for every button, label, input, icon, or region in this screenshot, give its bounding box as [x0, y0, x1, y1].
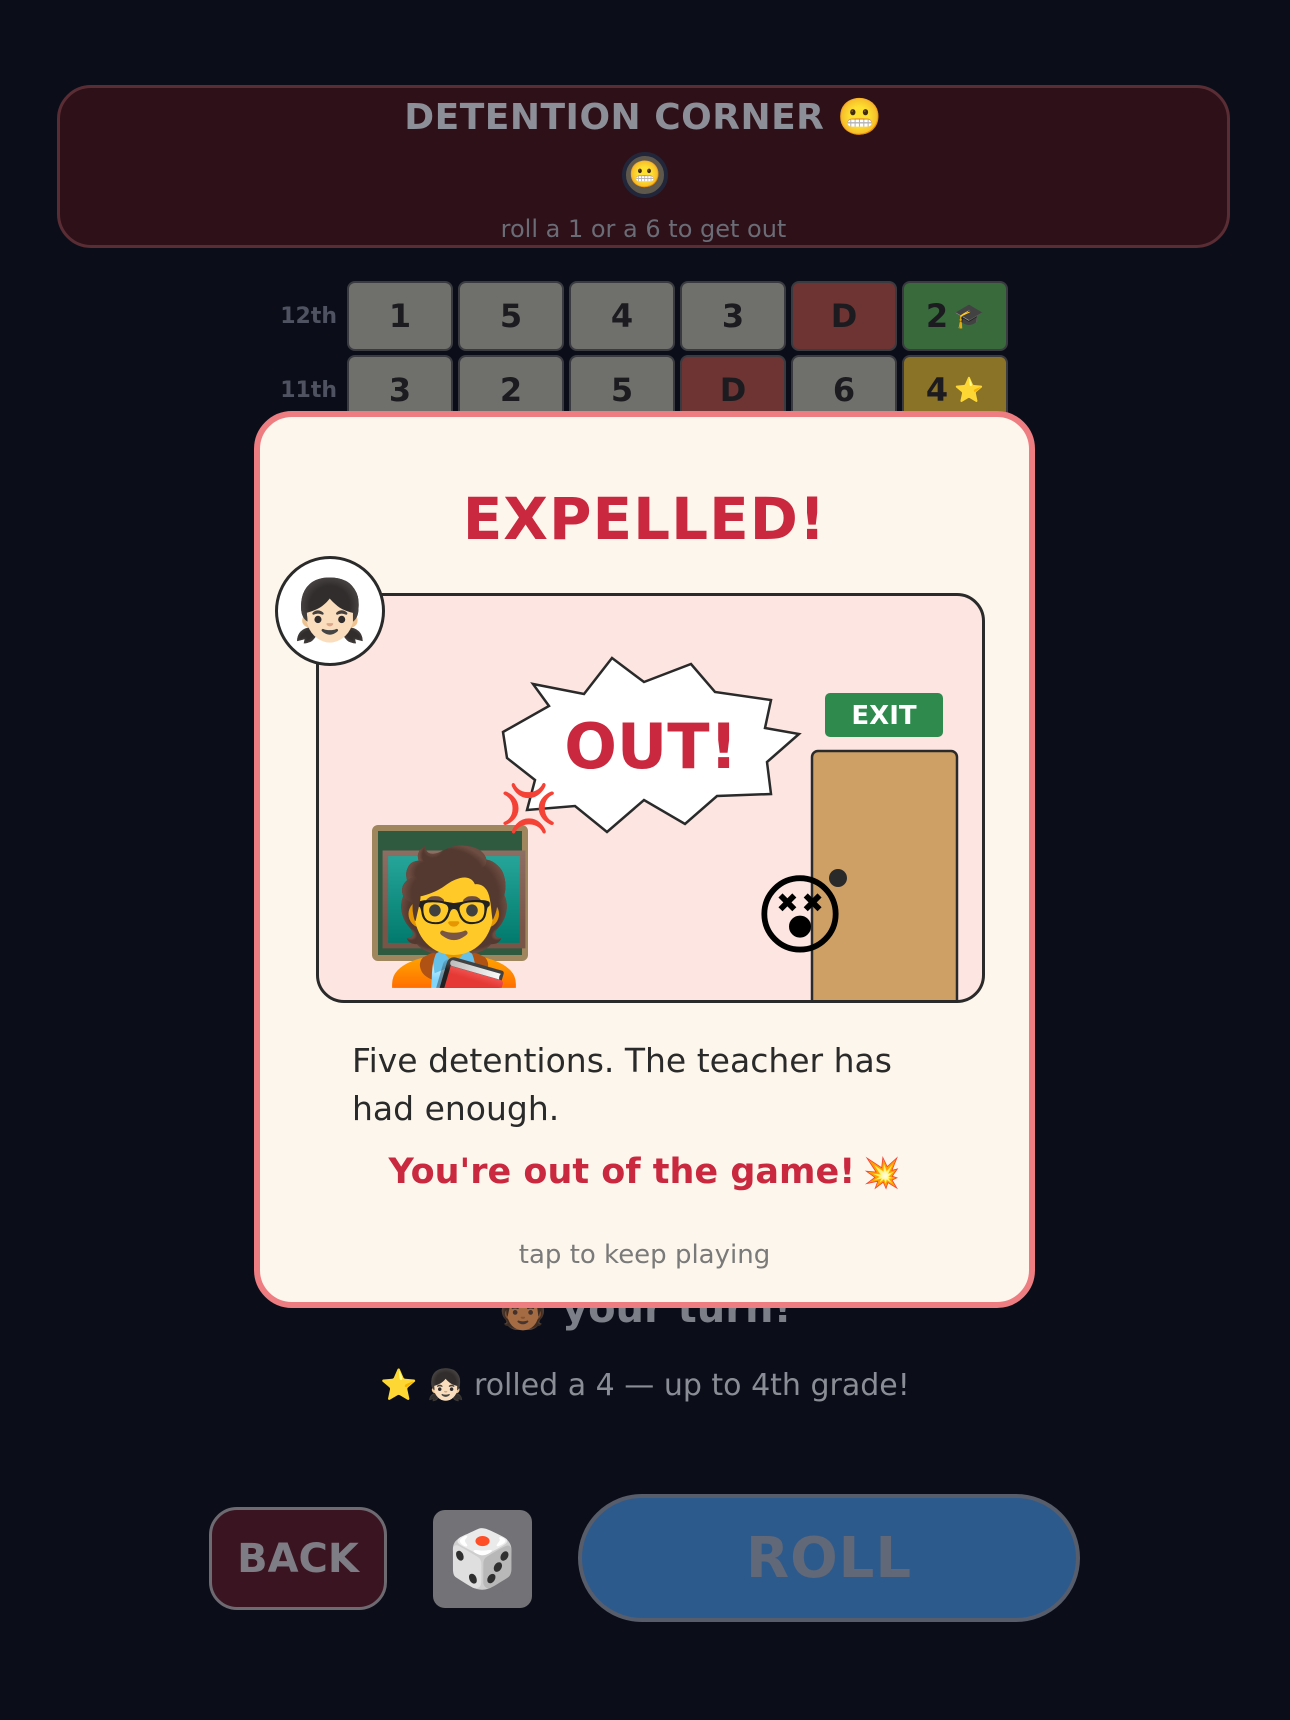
back-button[interactable]: BACK	[209, 1507, 387, 1610]
graduation-cap-icon: 🎓	[954, 302, 985, 330]
dizzy-student-icon: 😵	[754, 864, 846, 967]
roll-button[interactable]: ROLL	[578, 1494, 1080, 1622]
game-screen: DETENTION CORNER 😬 😬 roll a 1 or a 6 to …	[0, 0, 1290, 1720]
cell-value: 3	[388, 371, 412, 409]
expelled-modal[interactable]: EXPELLED! OUT! EXIT 💢 🧑‍🏫 😵	[254, 411, 1035, 1308]
board-cell: D	[791, 281, 897, 351]
anger-icon: 💢	[500, 781, 557, 835]
collision-icon: 💥	[863, 1156, 901, 1191]
modal-body-text: Five detentions. The teacher has had eno…	[352, 1041, 892, 1128]
cell-value: 5	[499, 297, 523, 335]
cell-value: 5	[610, 371, 634, 409]
board-cell: 4	[569, 281, 675, 351]
tap-to-continue[interactable]: tap to keep playing	[260, 1240, 1029, 1270]
cell-value: 2	[499, 371, 523, 409]
detention-avatar: 😬	[622, 152, 668, 198]
exit-sign-text: EXIT	[851, 701, 916, 731]
modal-title: EXPELLED!	[462, 485, 827, 553]
cell-value: 2	[925, 297, 949, 335]
grade-label-12th: 12th	[280, 304, 337, 329]
board-cell: 5	[458, 281, 564, 351]
status-message: ⭐ 👧🏻 rolled a 4 — up to 4th grade!	[380, 1368, 910, 1403]
cell-value: 3	[721, 297, 745, 335]
grade-label-11th: 11th	[280, 378, 337, 403]
detention-hint: roll a 1 or a 6 to get out	[500, 215, 787, 243]
teacher-icon: 🧑‍🏫	[373, 839, 535, 992]
out-message: You're out of the game! 💥	[260, 1152, 1029, 1192]
board-cell: 1	[347, 281, 453, 351]
cell-value: 4	[925, 371, 949, 409]
detention-corner-panel: DETENTION CORNER 😬 😬 roll a 1 or a 6 to …	[57, 85, 1230, 248]
cell-value: 6	[832, 371, 856, 409]
cell-value: D	[719, 371, 747, 409]
scene-svg: OUT! EXIT 💢 🧑‍🏫 😵	[372, 656, 959, 1000]
board-cell: 3	[680, 281, 786, 351]
out-message-text: You're out of the game!	[388, 1152, 856, 1192]
speech-text: OUT!	[564, 710, 738, 783]
player-avatar: 👧🏻	[275, 556, 385, 666]
cell-value: 4	[610, 297, 634, 335]
detention-corner-title: DETENTION CORNER 😬	[404, 97, 883, 138]
expelled-illustration: OUT! EXIT 💢 🧑‍🏫 😵	[316, 593, 985, 1003]
cell-value: D	[830, 297, 858, 335]
die-icon[interactable]: 🎲	[433, 1510, 532, 1608]
cell-value: 1	[388, 297, 412, 335]
board-cell: 2 🎓	[902, 281, 1008, 351]
star-icon: ⭐	[954, 376, 985, 404]
